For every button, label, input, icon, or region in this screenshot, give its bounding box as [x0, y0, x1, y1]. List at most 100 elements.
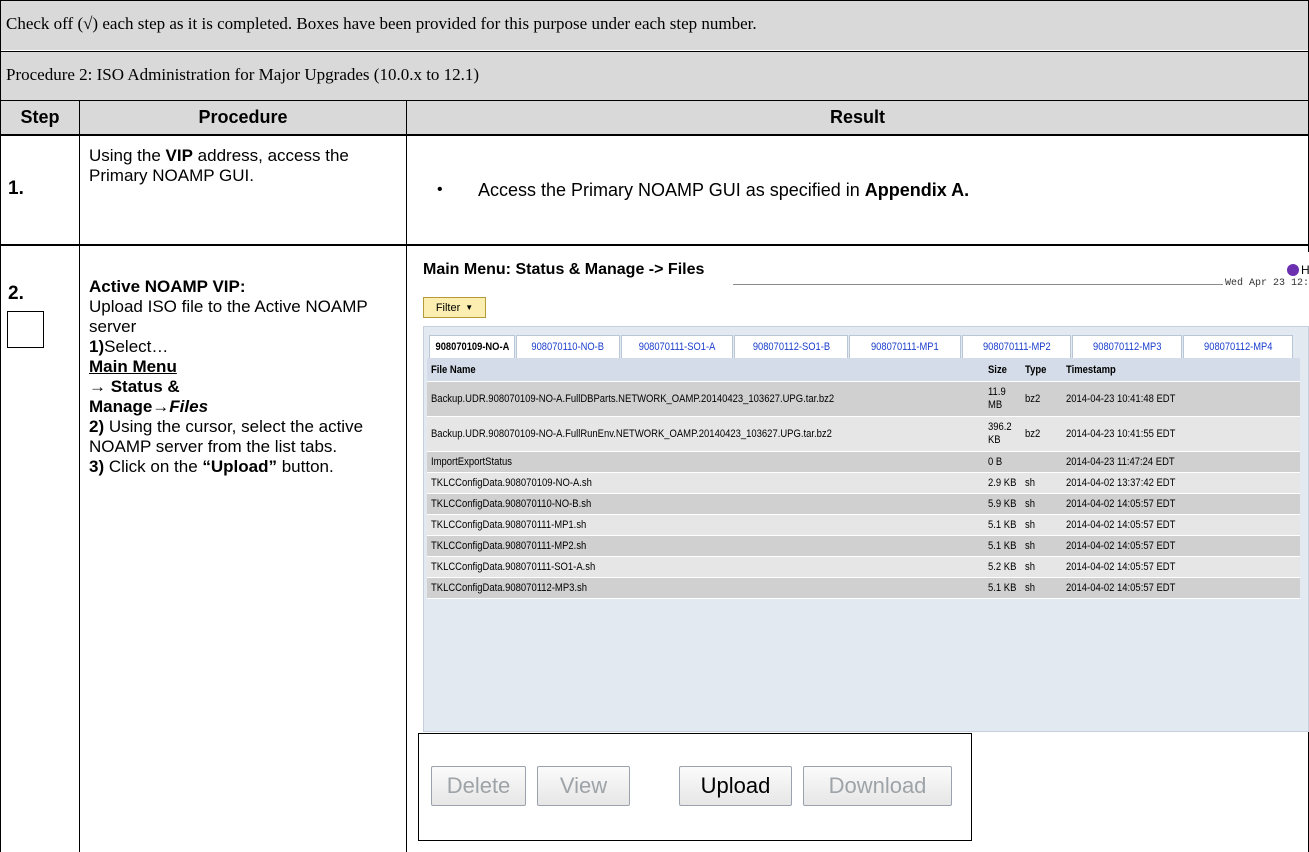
menu-path-files: Files [169, 397, 209, 416]
step-2-sub-3-text-end: button. [277, 457, 334, 476]
main-menu-label: Main Menu [89, 357, 177, 376]
file-timestamp: 2014-04-02 14:05:57 EDT [1066, 498, 1176, 510]
table-row[interactable]: TKLCConfigData.908070111-MP2.sh 5.1 KB s… [427, 536, 1300, 557]
step-2-procedure: Active NOAMP VIP: Upload ISO file to the… [89, 277, 401, 477]
download-button[interactable]: Download [803, 766, 952, 806]
file-size: 5.2 KB [988, 561, 1017, 573]
file-size: 5.1 KB [988, 582, 1017, 594]
file-type: bz2 [1025, 393, 1041, 405]
grid-line [0, 0, 1, 852]
step-2-sub-3-number: 3) [89, 457, 105, 476]
tab-server[interactable]: 908070110-NO-B [516, 335, 620, 359]
column-header-result: Result [829, 107, 885, 127]
column-header[interactable]: Size [988, 358, 1028, 381]
upload-button[interactable]: Upload [679, 766, 792, 806]
bullet-icon: • [437, 181, 443, 198]
file-size: 2.9 KB [988, 477, 1017, 489]
step-2-number: 2. [8, 283, 24, 304]
screen-title: Main Menu: Status & Manage -> Files [423, 261, 705, 278]
upload-quote: “Upload” [202, 457, 277, 476]
step-2-checkbox[interactable] [7, 311, 44, 348]
grid-line [79, 100, 80, 852]
step-2-sub-1-text: Select… [104, 337, 169, 356]
column-header-step: Step [20, 107, 60, 127]
table-row[interactable]: TKLCConfigData.908070111-MP1.sh 5.1 KB s… [427, 515, 1300, 536]
step-2-heading: Active NOAMP VIP: [89, 277, 246, 296]
file-type: sh [1025, 540, 1035, 552]
grid-line [0, 134, 1309, 136]
tab-server[interactable]: 908070111-MP1 [849, 335, 961, 359]
step-1-result: Access the Primary NOAMP GUI as specifie… [478, 180, 1298, 200]
file-name: TKLCConfigData.908070112-MP3.sh [431, 582, 588, 594]
file-type: sh [1025, 582, 1035, 594]
server-tabs: 908070109-NO-A 908070110-NO-B 908070111-… [429, 335, 1309, 359]
file-timestamp: 2014-04-02 14:05:57 EDT [1066, 561, 1176, 573]
tab-server[interactable]: 908070112-MP3 [1072, 335, 1182, 359]
tab-server[interactable]: 908070111-MP2 [962, 335, 1071, 359]
file-size: 0 B [988, 456, 1003, 468]
column-header[interactable]: File Name [431, 358, 971, 381]
file-timestamp: 2014-04-02 14:05:57 EDT [1066, 519, 1176, 531]
column-header[interactable]: Type [1025, 358, 1055, 381]
step-1-number: 1. [8, 178, 24, 199]
file-name: TKLCConfigData.908070110-NO-B.sh [431, 498, 592, 510]
table-row[interactable]: TKLCConfigData.908070110-NO-B.sh 5.9 KB … [427, 494, 1300, 515]
file-name: ImportExportStatus [431, 456, 512, 468]
file-name: TKLCConfigData.908070111-MP1.sh [431, 519, 587, 531]
tab-server[interactable]: 908070112-SO1-B [734, 335, 848, 359]
file-name: TKLCConfigData.908070111-MP2.sh [431, 540, 587, 552]
grid-line [406, 100, 407, 852]
action-buttons-callout: Delete View Upload Download [418, 733, 972, 841]
files-screenshot: Main Menu: Status & Manage -> Files Help… [413, 252, 1309, 732]
step-2-sub-2-text: Using the cursor, select the active NOAM… [89, 417, 364, 456]
datetime: Wed Apr 23 12:13:18 2014 EDT [1225, 278, 1309, 289]
table-row[interactable]: TKLCConfigData.908070109-NO-A.sh 2.9 KB … [427, 473, 1300, 494]
table-header-row: File Name Size Type Timestamp [427, 358, 1300, 382]
file-size: 5.9 KB [988, 498, 1017, 510]
table-row[interactable]: TKLCConfigData.908070112-MP3.sh 5.1 KB s… [427, 578, 1300, 599]
column-header-procedure: Procedure [198, 107, 288, 127]
delete-button[interactable]: Delete [431, 766, 526, 806]
file-timestamp: 2014-04-02 14:05:57 EDT [1066, 540, 1176, 552]
file-size: 5.1 KB [988, 519, 1017, 531]
tab-server[interactable]: 908070109-NO-A [429, 335, 515, 359]
file-name: TKLCConfigData.908070109-NO-A.sh [431, 477, 592, 489]
file-name: Backup.UDR.908070109-NO-A.FullRunEnv.NET… [431, 428, 832, 440]
step-1-result-text: Access the Primary NOAMP GUI as specifie… [478, 180, 865, 200]
column-header[interactable]: Timestamp [1066, 358, 1266, 381]
title-rule [733, 284, 1223, 285]
menu-path-status: → Status & [89, 377, 180, 396]
procedure-title: Procedure 2: ISO Administration for Majo… [6, 65, 480, 84]
file-name: TKLCConfigData.908070111-SO1-A.sh [431, 561, 596, 573]
file-size: 11.9 MB [988, 386, 1006, 411]
instruction-text: Check off (√) each step as it is complet… [6, 14, 757, 33]
files-table: File Name Size Type Timestamp Backup.UDR… [427, 358, 1300, 732]
filter-button[interactable]: Filter ▼ [423, 297, 486, 318]
tab-server[interactable]: 908070111-SO1-A [621, 335, 733, 359]
chevron-down-icon: ▼ [465, 303, 474, 312]
table-row[interactable]: Backup.UDR.908070109-NO-A.FullDBParts.NE… [427, 382, 1300, 417]
menu-path-manage: Manage→ [89, 397, 170, 416]
file-type: sh [1025, 519, 1035, 531]
file-type: sh [1025, 561, 1035, 573]
step-2-sub-1-number: 1) [89, 337, 105, 356]
tab-server[interactable]: 908070112-MP4 [1183, 335, 1293, 359]
step-2-sub-2-number: 2) [89, 417, 105, 436]
help-link[interactable]: Help [1287, 263, 1309, 277]
table-row[interactable]: ImportExportStatus 0 B 2014-04-23 11:47:… [427, 452, 1300, 473]
grid-line [0, 0, 1309, 1]
file-size: 5.1 KB [988, 540, 1017, 552]
file-timestamp: 2014-04-23 10:41:55 EDT [1066, 428, 1176, 440]
filter-label: Filter [435, 301, 461, 314]
table-row[interactable]: TKLCConfigData.908070111-SO1-A.sh 5.2 KB… [427, 557, 1300, 578]
table-row[interactable]: Backup.UDR.908070109-NO-A.FullRunEnv.NET… [427, 417, 1300, 452]
file-timestamp: 2014-04-23 10:41:48 EDT [1066, 393, 1176, 405]
grid-line [0, 100, 1309, 101]
step-1-text: Using the [89, 146, 166, 165]
file-timestamp: 2014-04-02 13:37:42 EDT [1066, 477, 1176, 489]
help-label: Help [1301, 263, 1309, 277]
view-button[interactable]: View [537, 766, 630, 806]
appendix-link-text: Appendix A. [864, 180, 970, 200]
file-type: sh [1025, 498, 1035, 510]
step-1-procedure: Using the VIP address, access the Primar… [89, 146, 399, 186]
